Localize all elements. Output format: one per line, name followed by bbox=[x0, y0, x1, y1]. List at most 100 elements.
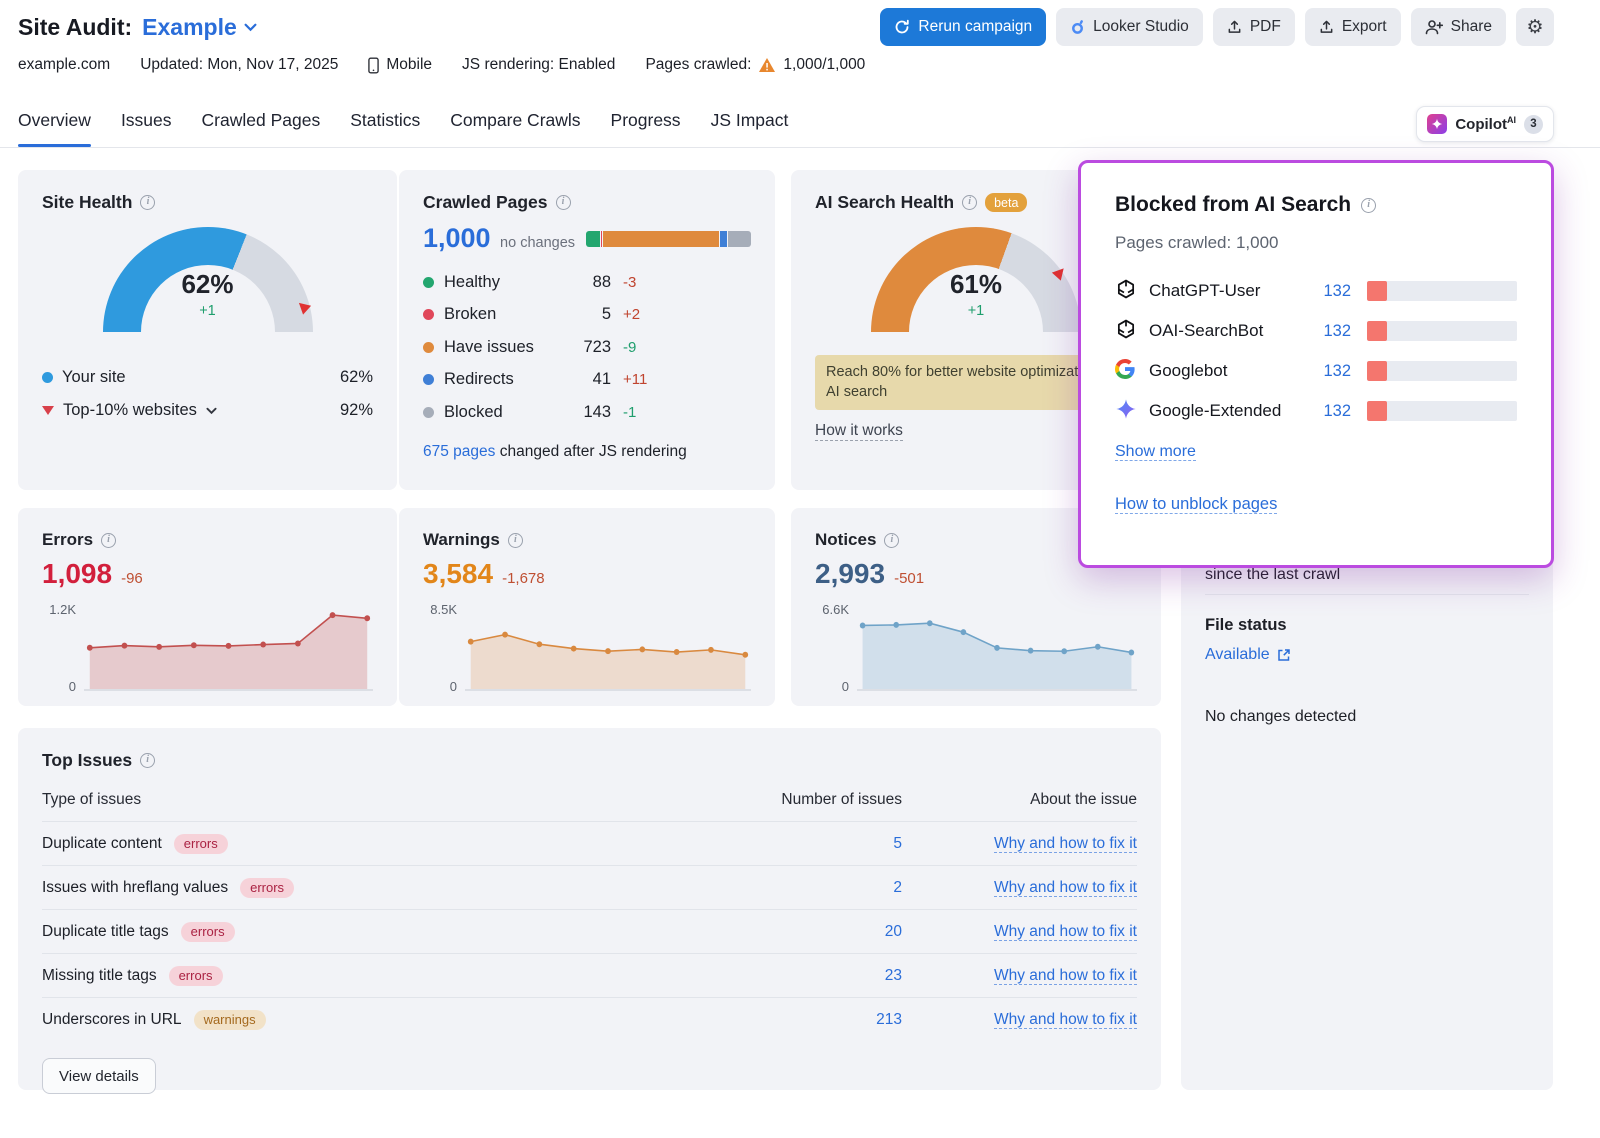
issue-count-link[interactable]: 213 bbox=[727, 1011, 902, 1029]
site-audit-page: Site Audit: Example Rerun campaign Looke… bbox=[0, 0, 1600, 1138]
notices-count[interactable]: 2,993 bbox=[815, 558, 885, 590]
table-row: Missing title tagserrors 23 Why and how … bbox=[42, 953, 1137, 997]
issue-count-link[interactable]: 5 bbox=[727, 835, 902, 853]
looker-studio-icon bbox=[1070, 19, 1085, 35]
updated-label: Updated: Mon, Nov 17, 2025 bbox=[140, 56, 338, 74]
table-row: Underscores in URLwarnings 213 Why and h… bbox=[42, 997, 1137, 1041]
warnings-delta: -1,678 bbox=[502, 570, 545, 587]
file-available-link[interactable]: Available bbox=[1205, 646, 1291, 664]
copilot-label: CopilotAI bbox=[1455, 115, 1516, 133]
warnings-title: Warnings bbox=[423, 530, 500, 550]
list-item-googlebot: Googlebot 132 bbox=[1115, 351, 1517, 391]
chatgpt-icon bbox=[1115, 278, 1149, 305]
blocked-count-link[interactable]: 132 bbox=[1315, 282, 1367, 301]
errors-chart: 1.2K 0 bbox=[42, 602, 373, 694]
share-user-icon bbox=[1425, 19, 1443, 35]
why-how-fix-link[interactable]: Why and how to fix it bbox=[994, 835, 1137, 853]
export-icon bbox=[1227, 19, 1242, 35]
openai-icon bbox=[1115, 318, 1149, 345]
tab-statistics[interactable]: Statistics bbox=[350, 110, 420, 147]
how-it-works-link[interactable]: How it works bbox=[815, 422, 903, 441]
warnings-card: Warnings i 3,584 -1,678 8.5K 0 bbox=[399, 508, 775, 706]
tab-compare-crawls[interactable]: Compare Crawls bbox=[450, 110, 580, 147]
how-to-unblock-link[interactable]: How to unblock pages bbox=[1115, 495, 1277, 514]
issue-count-link[interactable]: 23 bbox=[727, 967, 902, 985]
js-rendering-label: JS rendering: Enabled bbox=[462, 56, 615, 74]
info-icon[interactable]: i bbox=[962, 195, 977, 210]
tab-issues[interactable]: Issues bbox=[121, 110, 172, 147]
why-how-fix-link[interactable]: Why and how to fix it bbox=[994, 879, 1137, 897]
settings-button[interactable]: ⚙ bbox=[1516, 8, 1554, 46]
copilot-button[interactable]: CopilotAI 3 bbox=[1416, 106, 1554, 142]
top-issues-header: Type of issues Number of issues About th… bbox=[42, 791, 1137, 821]
healthy-count[interactable]: 88 bbox=[573, 273, 611, 292]
tab-crawled-pages[interactable]: Crawled Pages bbox=[202, 110, 321, 147]
pages-crawled-indicator: Pages crawled: 1,000/1,000 bbox=[645, 56, 865, 74]
info-icon[interactable]: i bbox=[140, 753, 155, 768]
site-health-legend: Your site 62% Top-10% websites 92% bbox=[42, 361, 373, 427]
file-status-title: File status bbox=[1205, 616, 1287, 635]
redirects-count[interactable]: 41 bbox=[573, 370, 611, 389]
blocked-bar bbox=[1367, 361, 1517, 381]
list-item-chatgpt-user: ChatGPT-User 132 bbox=[1115, 271, 1517, 311]
broken-count[interactable]: 5 bbox=[573, 305, 611, 324]
issue-count-link[interactable]: 20 bbox=[727, 923, 902, 941]
js-rendering-footer: 675 pages changed after JS rendering bbox=[423, 443, 751, 461]
info-icon[interactable]: i bbox=[556, 195, 571, 210]
warnings-count[interactable]: 3,584 bbox=[423, 558, 493, 590]
blocked-count-link[interactable]: 132 bbox=[1315, 362, 1367, 381]
google-extended-icon bbox=[1115, 398, 1149, 425]
tab-progress[interactable]: Progress bbox=[611, 110, 681, 147]
list-item-redirects: Redirects 41 +11 bbox=[423, 364, 671, 397]
ai-search-health-title: AI Search Health bbox=[815, 192, 954, 213]
tab-js-impact[interactable]: JS Impact bbox=[711, 110, 789, 147]
site-health-gauge: 62% +1 bbox=[103, 227, 313, 339]
have-issues-count[interactable]: 723 bbox=[573, 338, 611, 357]
looker-studio-button[interactable]: Looker Studio bbox=[1056, 8, 1203, 46]
blocked-bar bbox=[1367, 321, 1517, 341]
redirects-dot-icon bbox=[423, 374, 434, 385]
view-details-button[interactable]: View details bbox=[42, 1058, 156, 1094]
export-button[interactable]: Export bbox=[1305, 8, 1401, 46]
why-how-fix-link[interactable]: Why and how to fix it bbox=[994, 923, 1137, 941]
mobile-icon bbox=[368, 57, 379, 74]
why-how-fix-link[interactable]: Why and how to fix it bbox=[994, 1011, 1137, 1029]
crawled-pages-card: Crawled Pages i 1,000 no changes Healthy… bbox=[399, 170, 775, 490]
crawled-total-link[interactable]: 1,000 bbox=[423, 223, 491, 253]
info-icon[interactable]: i bbox=[1361, 198, 1376, 213]
changed-pages-link[interactable]: 675 pages bbox=[423, 443, 495, 460]
issue-count-link[interactable]: 2 bbox=[727, 879, 902, 897]
tab-overview[interactable]: Overview bbox=[18, 110, 91, 147]
blocked-from-ai-search-panel: Blocked from AI Search i Pages crawled: … bbox=[1078, 160, 1554, 568]
rerun-campaign-label: Rerun campaign bbox=[918, 18, 1032, 36]
info-icon[interactable]: i bbox=[101, 533, 116, 548]
info-icon[interactable]: i bbox=[140, 195, 155, 210]
errors-count[interactable]: 1,098 bbox=[42, 558, 112, 590]
list-item-blocked: Blocked 143 -1 bbox=[423, 396, 671, 429]
healthy-dot-icon bbox=[423, 277, 434, 288]
crawled-distribution-bar bbox=[586, 231, 751, 247]
legend-top10-websites[interactable]: Top-10% websites 92% bbox=[42, 394, 373, 427]
blocked-count-link[interactable]: 132 bbox=[1315, 322, 1367, 341]
blocked-bar bbox=[1367, 401, 1517, 421]
show-more-link[interactable]: Show more bbox=[1115, 443, 1196, 461]
blocked-count-link[interactable]: 132 bbox=[1315, 402, 1367, 421]
table-row: Duplicate title tagserrors 20 Why and ho… bbox=[42, 909, 1137, 953]
share-button[interactable]: Share bbox=[1411, 8, 1506, 46]
blocked-count[interactable]: 143 bbox=[573, 403, 611, 422]
why-how-fix-link[interactable]: Why and how to fix it bbox=[994, 967, 1137, 985]
project-selector[interactable]: Example bbox=[142, 14, 257, 41]
external-link-icon bbox=[1277, 648, 1291, 662]
severity-badge: errors bbox=[174, 834, 228, 854]
list-item-oai-searchbot: OAI-SearchBot 132 bbox=[1115, 311, 1517, 351]
export-icon bbox=[1319, 19, 1334, 35]
google-icon bbox=[1115, 359, 1149, 384]
pdf-button[interactable]: PDF bbox=[1213, 8, 1295, 46]
list-item-healthy: Healthy 88 -3 bbox=[423, 266, 671, 299]
info-icon[interactable]: i bbox=[884, 533, 899, 548]
info-icon[interactable]: i bbox=[508, 533, 523, 548]
rerun-campaign-button[interactable]: Rerun campaign bbox=[880, 8, 1046, 46]
top-issues-card: Top Issues i Type of issues Number of is… bbox=[18, 728, 1161, 1090]
top-issues-title: Top Issues bbox=[42, 750, 132, 771]
partial-crawl-note: since the last crawl bbox=[1205, 566, 1340, 584]
